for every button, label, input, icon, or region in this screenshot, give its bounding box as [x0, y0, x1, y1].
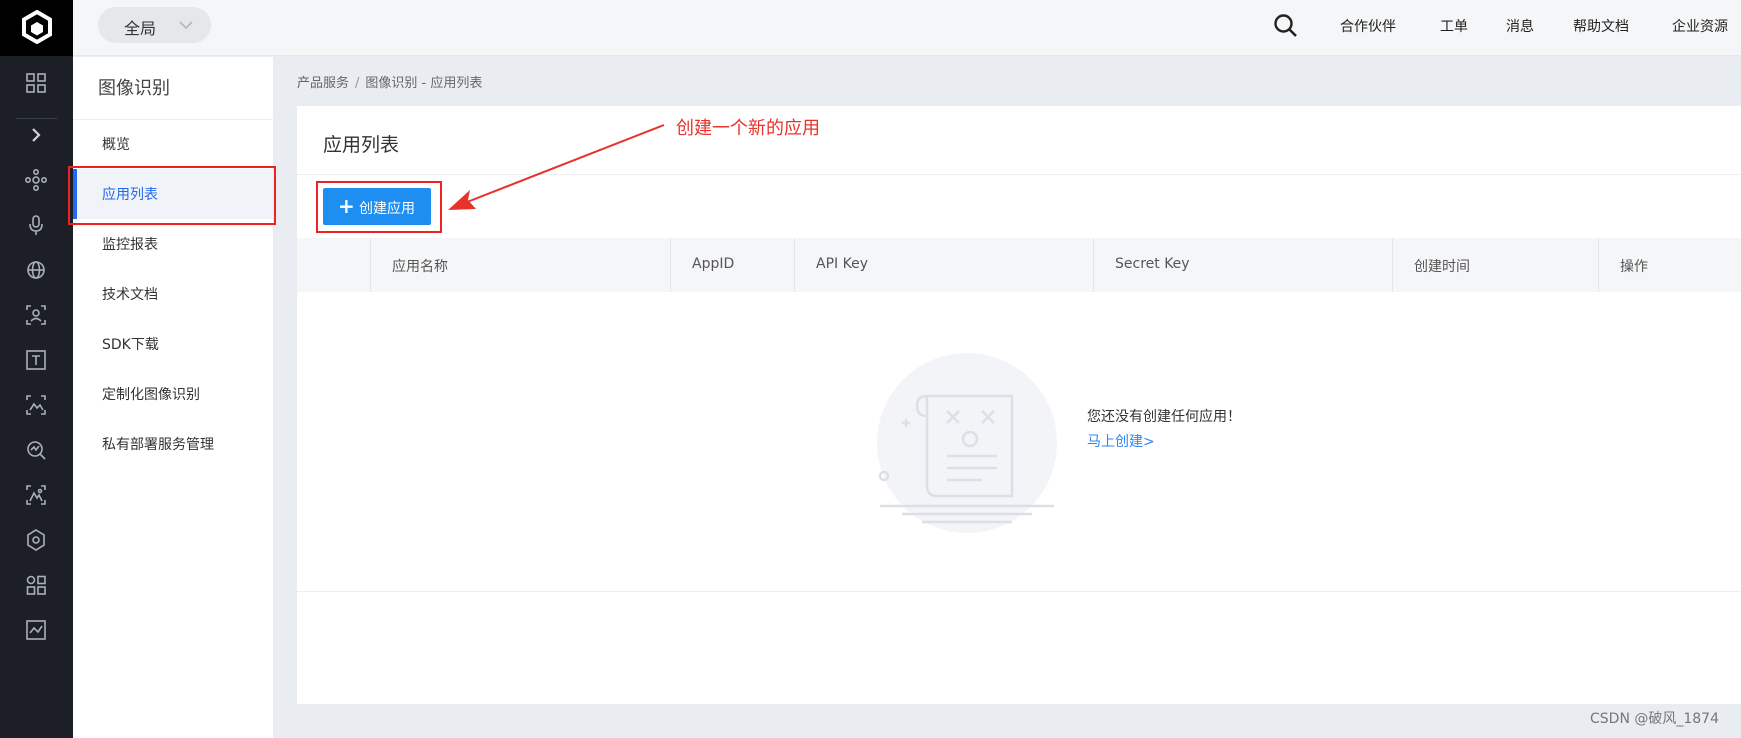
- breadcrumb: 产品服务 / 图像识别 - 应用列表: [297, 72, 482, 91]
- text-recognition-icon[interactable]: [22, 346, 50, 374]
- sidebar-item-custom[interactable]: 定制化图像识别: [73, 369, 273, 419]
- sidebar-item-label: 私有部署服务管理: [102, 437, 214, 453]
- highlight-box-create-button: [316, 181, 442, 233]
- column-header: Secret Key: [1115, 256, 1190, 272]
- column-header: 操作: [1620, 259, 1648, 275]
- sidebar-item-tech-docs[interactable]: 技术文档: [73, 269, 273, 319]
- column-secret-key: Secret Key: [1093, 238, 1392, 292]
- rail-divider: [16, 118, 57, 119]
- image-recognition-icon[interactable]: [22, 481, 50, 509]
- sidebar-item-monitoring[interactable]: 监控报表: [73, 219, 273, 269]
- nav-tickets[interactable]: 工单: [1440, 16, 1468, 36]
- scope-selector[interactable]: 全局: [98, 7, 211, 43]
- cube-logo-icon: [22, 10, 52, 44]
- network-icon[interactable]: [22, 166, 50, 194]
- hexagon-icon[interactable]: [22, 526, 50, 554]
- column-actions: 操作: [1598, 238, 1741, 292]
- image-scan-icon[interactable]: [22, 391, 50, 419]
- column-header: 应用名称: [392, 259, 448, 275]
- table-header: 应用名称 AppID API Key Secret Key 创建时间 操作: [297, 238, 1741, 292]
- empty-message: 您还没有创建任何应用！: [1087, 409, 1241, 425]
- breadcrumb-separator: /: [355, 76, 360, 91]
- column-header: API Key: [816, 256, 868, 272]
- monitor-chart-icon[interactable]: [22, 616, 50, 644]
- secondary-sidebar: 图像识别 概览 应用列表 监控报表 技术文档 SDK下载 定制化图像识别 私有部…: [73, 57, 273, 738]
- column-app-id: AppID: [670, 238, 794, 292]
- icon-rail: [0, 0, 73, 738]
- expand-chevron-icon[interactable]: [22, 121, 50, 149]
- microphone-icon[interactable]: [22, 211, 50, 239]
- search-icon[interactable]: [1271, 11, 1301, 41]
- column-app-name: 应用名称: [370, 238, 670, 292]
- grid-icon[interactable]: [22, 69, 50, 97]
- highlight-box-app-list: [68, 166, 276, 225]
- column-header: AppID: [692, 256, 735, 272]
- sidebar-item-private-deploy[interactable]: 私有部署服务管理: [73, 419, 273, 469]
- annotation-arrow-icon: [448, 124, 665, 210]
- annotation-text: 创建一个新的应用: [676, 118, 820, 139]
- page-title: 应用列表: [323, 134, 400, 156]
- breadcrumb-root[interactable]: 产品服务: [297, 76, 349, 91]
- sidebar-title: 图像识别: [98, 78, 170, 99]
- scope-label: 全局: [124, 19, 157, 38]
- breadcrumb-current: 图像识别 - 应用列表: [365, 76, 483, 91]
- chevron-down-icon: [179, 21, 193, 30]
- column-created-time: 创建时间: [1392, 238, 1598, 292]
- column-api-key: API Key: [794, 238, 1093, 292]
- sidebar-item-label: 定制化图像识别: [102, 387, 200, 403]
- watermark: CSDN @破风_1874: [1590, 711, 1719, 727]
- top-bar: 全局 合作伙伴 工单 消息 帮助文档 企业资源: [73, 0, 1741, 56]
- sidebar-item-sdk[interactable]: SDK下载: [73, 319, 273, 369]
- sidebar-item-label: 技术文档: [102, 287, 158, 303]
- sidebar-item-label: 监控报表: [102, 237, 158, 253]
- nav-enterprise[interactable]: 企业资源: [1672, 16, 1728, 36]
- sidebar-item-label: SDK下载: [102, 337, 159, 353]
- logo[interactable]: [0, 0, 73, 56]
- empty-state-illustration: [877, 353, 1057, 533]
- globe-icon[interactable]: [22, 256, 50, 284]
- column-header: 创建时间: [1414, 259, 1470, 275]
- nav-partners[interactable]: 合作伙伴: [1340, 16, 1396, 36]
- nav-messages[interactable]: 消息: [1506, 16, 1534, 36]
- face-scan-icon[interactable]: [22, 301, 50, 329]
- search-analysis-icon[interactable]: [22, 436, 50, 464]
- create-now-link[interactable]: 马上创建>: [1087, 431, 1155, 451]
- sidebar-item-label: 概览: [102, 137, 130, 153]
- sidebar-item-overview[interactable]: 概览: [73, 119, 273, 169]
- nav-help-docs[interactable]: 帮助文档: [1573, 16, 1629, 36]
- apps-icon[interactable]: [22, 571, 50, 599]
